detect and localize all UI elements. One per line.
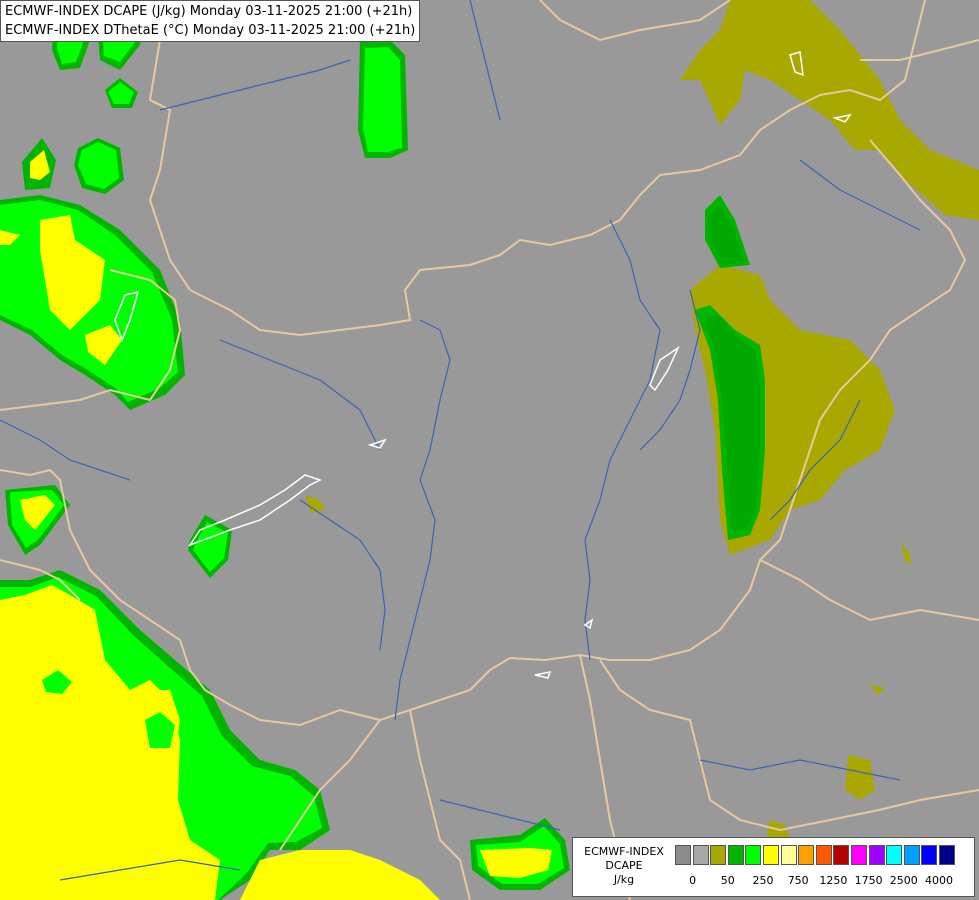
legend-tick-label: 2500 <box>889 874 918 887</box>
legend-label-line2: DCAPE <box>605 859 643 872</box>
legend-label-line3: J/kg <box>613 873 635 886</box>
legend-swatch <box>692 845 709 865</box>
legend-tick-label: 250 <box>752 874 774 887</box>
legend-swatch <box>815 845 832 865</box>
legend-swatches <box>675 845 957 865</box>
legend-swatch <box>727 845 744 865</box>
legend-tick-label: 1250 <box>819 874 848 887</box>
legend-swatch <box>798 845 815 865</box>
legend-swatch <box>938 845 955 865</box>
legend-tick-label: 4000 <box>925 874 953 887</box>
legend-tick-label: 50 <box>720 874 735 887</box>
legend-swatch <box>780 845 797 865</box>
legend-tick-label: 0 <box>689 874 697 887</box>
legend-swatch <box>886 845 903 865</box>
legend-swatch <box>903 845 920 865</box>
legend-swatch <box>675 845 691 865</box>
weather-map <box>0 0 979 900</box>
legend-tick-label: 1750 <box>854 874 883 887</box>
legend-swatch <box>762 845 779 865</box>
legend-swatch <box>868 845 885 865</box>
title-line-dcape: ECMWF-INDEX DCAPE (J/kg) Monday 03-11-20… <box>5 4 413 19</box>
legend-ticks: 0 50 250 750 1250 1750 2500 4000 <box>675 874 971 888</box>
legend-label-line1: ECMWF-INDEX <box>584 845 664 858</box>
color-legend: ECMWF-INDEX DCAPE J/kg 0 50 250 750 1250 1750… <box>572 837 975 897</box>
title-line-dthetae: ECMWF-INDEX DThetaE (°C) Monday 03-11-20… <box>5 23 416 38</box>
map-title: ECMWF-INDEX DCAPE (J/kg) Monday 03-11-20… <box>0 0 421 42</box>
legend-label: ECMWF-INDEX DCAPE J/kg <box>576 845 672 887</box>
legend-swatch <box>833 845 850 865</box>
legend-swatch <box>850 845 867 865</box>
legend-swatch <box>745 845 762 865</box>
legend-tick-label: 750 <box>787 874 809 887</box>
legend-swatch <box>921 845 938 865</box>
legend-swatch <box>710 845 727 865</box>
